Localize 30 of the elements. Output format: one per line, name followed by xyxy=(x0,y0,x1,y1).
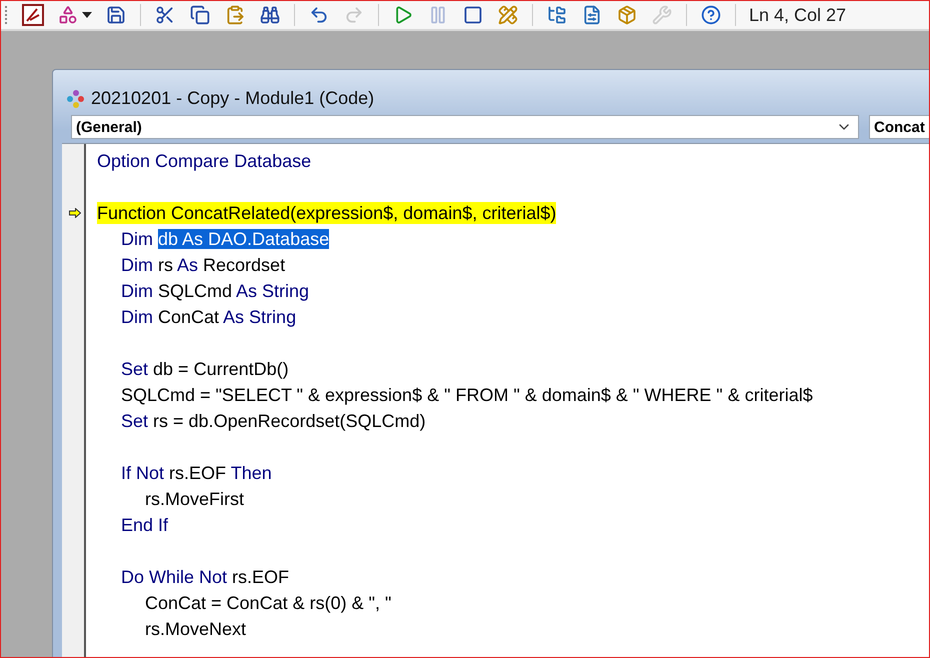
save-button[interactable] xyxy=(105,4,127,26)
code-line: Set rs = db.OpenRecordset(SQLCmd) xyxy=(121,410,426,432)
code-line: Dim SQLCmd As String xyxy=(121,280,310,302)
code-line: End If xyxy=(121,514,168,536)
execution-arrow-icon xyxy=(69,208,81,218)
project-button[interactable] xyxy=(546,4,568,26)
code-line: rs.MoveFirst xyxy=(145,488,244,510)
procedure-dropdown[interactable]: Concat xyxy=(869,115,929,139)
code-line: Do While Not rs.EOF xyxy=(121,566,290,588)
stop-button[interactable] xyxy=(462,4,484,26)
code-line: Dim db As DAO.Database xyxy=(121,228,330,250)
shapes-button[interactable] xyxy=(57,4,79,26)
cursor-position: Ln 4, Col 27 xyxy=(749,4,846,26)
window-title: 20210201 - Copy - Module1 (Code) xyxy=(91,88,374,109)
copy-button[interactable] xyxy=(189,4,211,26)
object-dropdown[interactable]: (General) xyxy=(71,115,859,139)
module-icon xyxy=(65,89,87,109)
code-line: rs.MoveNext xyxy=(145,618,246,640)
design-button[interactable] xyxy=(497,4,519,26)
code-line: Dim rs As Recordset xyxy=(121,254,286,276)
help-button[interactable] xyxy=(700,4,722,26)
box-button[interactable] xyxy=(616,4,638,26)
code-line: Set db = CurrentDb() xyxy=(121,358,289,380)
app-icon[interactable] xyxy=(22,4,44,26)
code-line: Dim ConCat As String xyxy=(121,306,296,328)
code-line: SQLCmd = "SELECT " & expression$ & " FROM " & domain$ & " WHERE " & criterial$ xyxy=(121,384,813,406)
code-line: Option Compare Database xyxy=(97,150,312,172)
find-button[interactable] xyxy=(259,4,281,26)
code-line: ConCat = ConCat & rs(0) & ", " xyxy=(145,592,392,614)
code-line: If Not rs.EOF Then xyxy=(121,462,272,484)
